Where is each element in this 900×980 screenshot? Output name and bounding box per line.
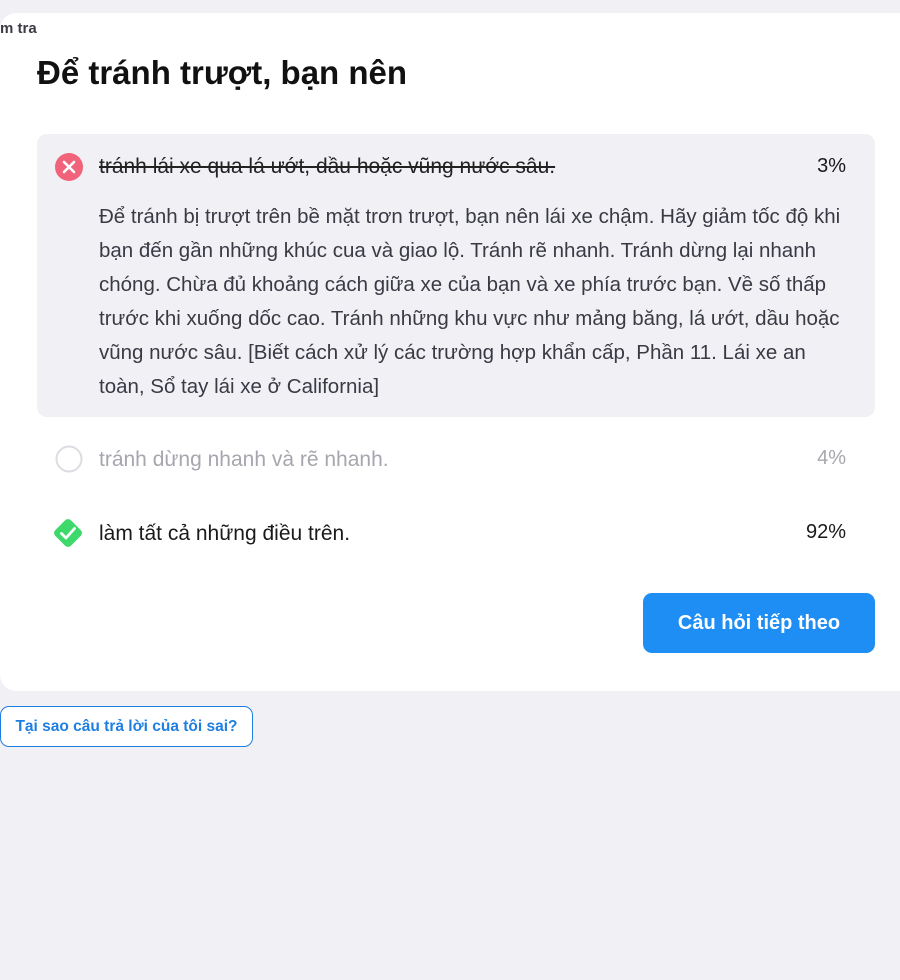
check-diamond-icon	[54, 519, 82, 547]
option-2-percent: 4%	[817, 447, 846, 469]
option-3-percent: 92%	[805, 521, 846, 543]
question-title: Để tránh trượt, bạn nên	[37, 54, 408, 91]
option-1-text: tránh lái xe qua lá ướt, dầu hoặc vũng n…	[99, 155, 556, 178]
option-3-text: làm tất cả những điều trên.	[99, 522, 351, 545]
why-wrong-button[interactable]: Tại sao câu trả lời của tôi sai?	[0, 706, 253, 747]
option-1-percent: 3%	[817, 155, 846, 177]
breadcrumb: m tra	[0, 20, 37, 37]
empty-circle-icon	[55, 445, 83, 473]
option-2-text: tránh dừng nhanh và rẽ nhanh.	[99, 448, 389, 471]
next-question-button[interactable]: Câu hỏi tiếp theo	[643, 593, 875, 653]
answer-explanation: Để tránh bị trượt trên bề mặt trơn trượt…	[99, 205, 841, 398]
x-circle-icon	[55, 153, 83, 181]
